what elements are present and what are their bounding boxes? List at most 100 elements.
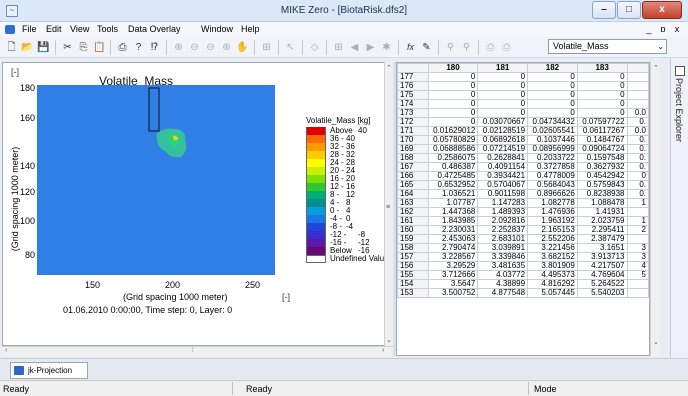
scroll-grip-icon[interactable]: ⦙ <box>192 347 194 355</box>
print-icon[interactable]: ⎙ <box>115 40 130 55</box>
table-cell[interactable]: 2.453063 <box>427 234 479 244</box>
table-cell[interactable]: 0 <box>576 99 628 109</box>
grid-vertical-scrollbar[interactable]: ⌃ ⌄ <box>650 62 660 356</box>
data-grid[interactable]: 180 181 182 183 177 0 0 0 0 176 0 0 0 0 175 0 0 0 0 174 0 0 0… <box>396 62 650 356</box>
table-cell[interactable]: 3.339846 <box>477 252 529 262</box>
new-file-icon[interactable]: 🗋 <box>4 40 19 55</box>
row-header[interactable]: 167 <box>397 162 429 172</box>
chevron-down-icon[interactable]: ⌄ <box>657 40 664 53</box>
table-cell[interactable] <box>626 207 649 217</box>
table-cell[interactable]: 0. <box>626 135 649 145</box>
table-cell[interactable]: 0.3934421 <box>477 171 529 181</box>
table-cell[interactable]: 2.023759 <box>576 216 628 226</box>
whats-this-icon[interactable]: ⁉ <box>147 40 162 55</box>
data-map[interactable] <box>37 85 275 275</box>
table-cell[interactable]: 0 <box>477 99 529 109</box>
table-cell[interactable]: 3.500752 <box>427 288 479 298</box>
table-cell[interactable]: 3.228567 <box>427 252 479 262</box>
tab-jk-projection[interactable]: jk-Projection <box>10 362 88 379</box>
copy-icon[interactable]: ⎘ <box>76 40 91 55</box>
table-cell[interactable]: 4.877548 <box>477 288 529 298</box>
menu-view[interactable]: View <box>70 24 89 34</box>
table-cell[interactable]: 0 <box>427 99 479 109</box>
table-cell[interactable]: 0 <box>527 108 578 118</box>
table-cell[interactable] <box>626 90 649 100</box>
table-cell[interactable]: 0. <box>626 153 649 163</box>
table-cell[interactable]: 3.682152 <box>527 252 578 262</box>
table-cell[interactable]: 0 <box>427 72 479 82</box>
row-header[interactable]: 168 <box>397 153 429 163</box>
table-cell[interactable]: 5.264522 <box>576 279 628 289</box>
table-cell[interactable]: 1.489393 <box>477 207 529 217</box>
row-header[interactable]: 159 <box>397 234 429 244</box>
table-cell[interactable]: 4.217507 <box>576 261 628 271</box>
shape-icon[interactable]: ◇ <box>307 40 322 55</box>
table-cell[interactable]: 0.05780829 <box>427 135 479 145</box>
table-cell[interactable]: 1.088478 <box>576 198 628 208</box>
scroll-up-icon[interactable]: ⌃ <box>653 64 659 72</box>
previous-step-icon[interactable]: ◀ <box>347 40 362 55</box>
table-cell[interactable]: 5 <box>626 270 649 280</box>
table-cell[interactable]: 4.03772 <box>477 270 529 280</box>
table-cell[interactable]: 2 <box>626 225 649 235</box>
plot-vertical-scrollbar[interactable]: ⌃ ≡ ⌄ <box>384 62 393 346</box>
print-preview-icon[interactable]: ⎙ <box>483 40 498 55</box>
table-cell[interactable]: 1.41931 <box>576 207 628 217</box>
table-cell[interactable]: 0.06888586 <box>427 144 479 154</box>
table-cell[interactable]: 0. <box>626 180 649 190</box>
table-cell[interactable] <box>626 288 649 298</box>
print-setup-icon[interactable]: ⎙ <box>499 40 514 55</box>
table-cell[interactable]: 0.486387 <box>427 162 479 172</box>
column-header[interactable] <box>626 63 649 73</box>
table-cell[interactable] <box>626 234 649 244</box>
table-cell[interactable]: 2.387479 <box>576 234 628 244</box>
pin-right-icon[interactable]: ⚲ <box>459 40 474 55</box>
table-cell[interactable]: 0.03070667 <box>477 117 529 127</box>
table-cell[interactable]: 2.790474 <box>427 243 479 253</box>
table-cell[interactable]: 1.036521 <box>427 189 479 199</box>
zoom-next-icon[interactable]: ⊕ <box>219 40 234 55</box>
row-header[interactable]: 162 <box>397 207 429 217</box>
table-cell[interactable]: 0.5704067 <box>477 180 529 190</box>
project-explorer-panel[interactable]: Project Explorer <box>670 58 688 358</box>
table-cell[interactable]: 1.963192 <box>527 216 578 226</box>
table-cell[interactable]: 0 <box>626 171 649 181</box>
zoom-previous-icon[interactable]: ⊖ <box>203 40 218 55</box>
row-header[interactable]: 170 <box>397 135 429 145</box>
table-cell[interactable]: 0. <box>626 144 649 154</box>
table-cell[interactable]: 2.230031 <box>427 225 479 235</box>
row-header[interactable]: 177 <box>397 72 429 82</box>
table-cell[interactable]: 0.2586075 <box>427 153 479 163</box>
table-cell[interactable]: 0 <box>477 72 529 82</box>
table-cell[interactable]: 3.29529 <box>427 261 479 271</box>
table-cell[interactable]: 2.252837 <box>477 225 529 235</box>
table-cell[interactable]: 0 <box>527 72 578 82</box>
menu-tools[interactable]: Tools <box>97 24 118 34</box>
table-cell[interactable]: 1 <box>626 216 649 226</box>
table-cell[interactable]: 1.07787 <box>427 198 479 208</box>
row-header[interactable]: 160 <box>397 225 429 235</box>
table-cell[interactable]: 4.495373 <box>527 270 578 280</box>
row-header[interactable]: 165 <box>397 180 429 190</box>
table-cell[interactable] <box>626 279 649 289</box>
pan-icon[interactable]: ✋ <box>235 40 250 55</box>
table-cell[interactable]: 3.039891 <box>477 243 529 253</box>
table-cell[interactable]: 3.5647 <box>427 279 479 289</box>
paste-icon[interactable]: 📋 <box>92 40 107 55</box>
scroll-up-icon[interactable]: ⌃ <box>386 64 392 72</box>
table-corner[interactable] <box>397 63 429 73</box>
table-cell[interactable]: 5.540203 <box>576 288 628 298</box>
draw-icon[interactable]: ✎ <box>419 40 434 55</box>
close-button[interactable]: x <box>642 1 682 19</box>
table-cell[interactable]: 0. <box>626 117 649 127</box>
row-header[interactable]: 153 <box>397 288 429 298</box>
row-header[interactable]: 176 <box>397 81 429 91</box>
row-header[interactable]: 169 <box>397 144 429 154</box>
cut-icon[interactable]: ✂ <box>60 40 75 55</box>
row-header[interactable]: 166 <box>397 171 429 181</box>
table-cell[interactable]: 0.02605541 <box>527 126 578 136</box>
table-cell[interactable]: 0.08956999 <box>527 144 578 154</box>
table-cell[interactable]: 0 <box>527 90 578 100</box>
table-cell[interactable]: 0 <box>576 108 628 118</box>
table-cell[interactable]: 3.481635 <box>477 261 529 271</box>
